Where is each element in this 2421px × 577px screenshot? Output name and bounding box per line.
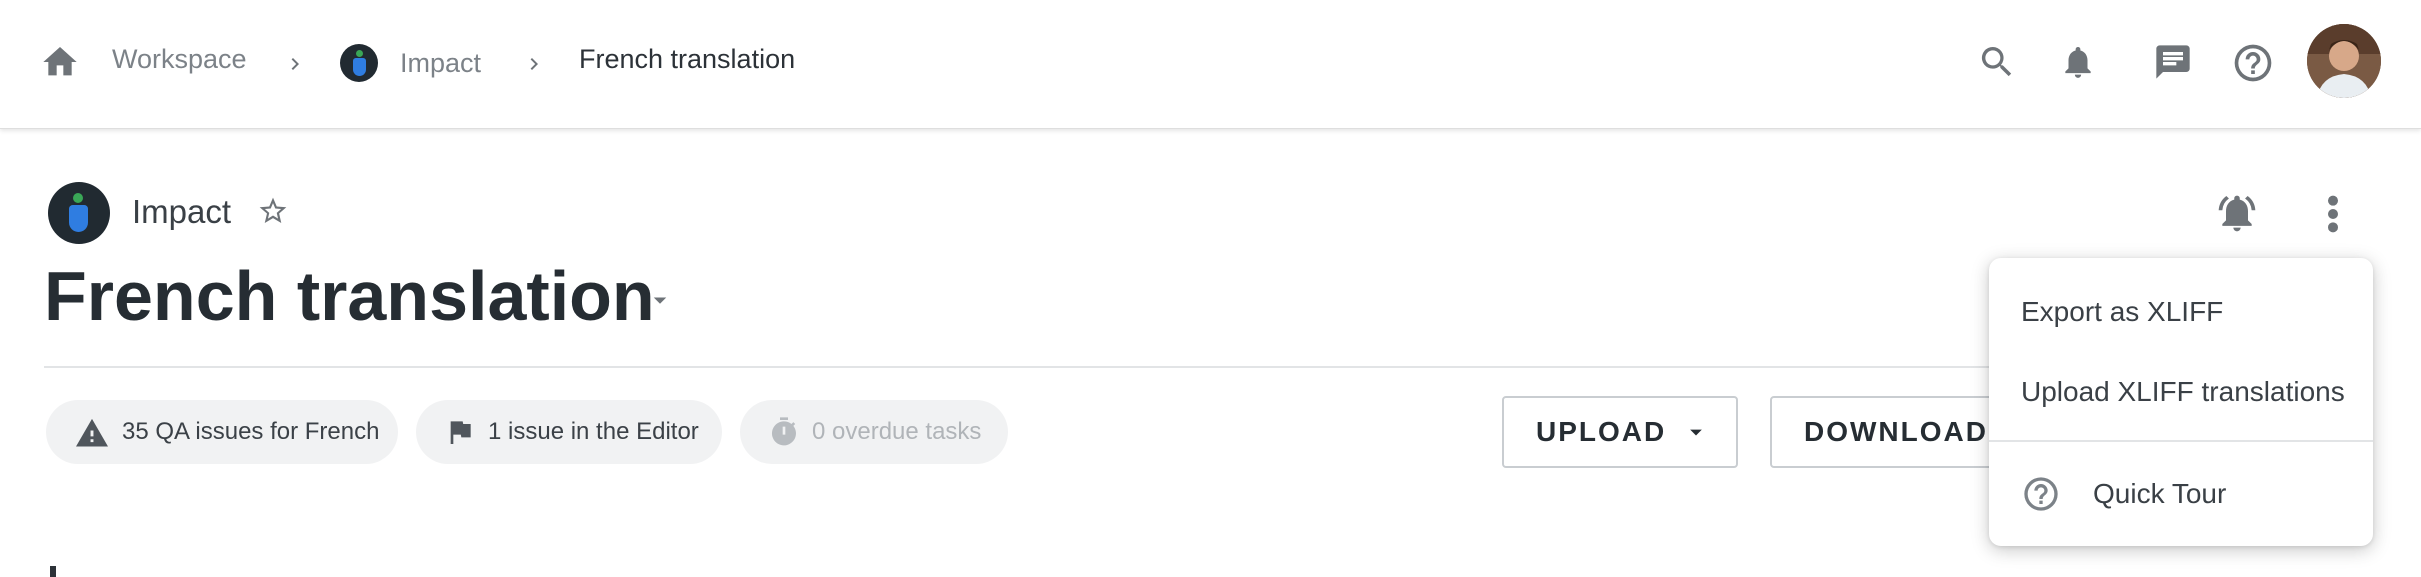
breadcrumb-current: French translation bbox=[579, 44, 795, 75]
chat-icon[interactable] bbox=[2150, 40, 2196, 84]
project-name: Impact bbox=[132, 193, 232, 230]
overdue-tasks-label: 0 overdue tasks bbox=[812, 418, 982, 445]
menu-item-export-xliff[interactable]: Export as XLIFF bbox=[1989, 286, 2373, 338]
menu-item-quick-tour[interactable]: Quick Tour bbox=[1989, 464, 2373, 524]
menu-item-upload-xliff-label: Upload XLIFF translations bbox=[2021, 376, 2345, 407]
editor-issue-label: 1 issue in the Editor bbox=[488, 418, 699, 445]
search-icon[interactable] bbox=[1975, 40, 2019, 84]
bell-ringing-icon[interactable] bbox=[2214, 190, 2260, 236]
home-icon[interactable] bbox=[38, 40, 82, 84]
project-logo-small-icon bbox=[340, 44, 378, 82]
caret-down-icon bbox=[1682, 418, 1710, 446]
page-title: French translation bbox=[44, 257, 655, 335]
caret-down-icon[interactable] bbox=[642, 282, 678, 318]
project-logo bbox=[48, 182, 110, 244]
breadcrumb-impact[interactable]: Impact bbox=[340, 44, 481, 82]
qa-issues-label: 35 QA issues for French bbox=[122, 418, 380, 445]
qa-issues-chip[interactable]: 35 QA issues for French bbox=[46, 400, 398, 464]
stopwatch-icon bbox=[768, 415, 800, 449]
help-circle-icon bbox=[2021, 474, 2061, 514]
breadcrumb-workspace[interactable]: Workspace bbox=[112, 44, 247, 75]
menu-item-export-xliff-label: Export as XLIFF bbox=[2021, 296, 2224, 327]
menu-divider bbox=[1989, 440, 2373, 442]
menu-item-quick-tour-label: Quick Tour bbox=[2093, 478, 2227, 509]
header-divider bbox=[44, 366, 2004, 368]
warning-icon bbox=[74, 416, 110, 448]
more-vertical-icon[interactable] bbox=[2317, 192, 2349, 236]
help-icon[interactable] bbox=[2230, 40, 2276, 86]
chevron-right-icon bbox=[522, 50, 546, 83]
user-avatar[interactable] bbox=[2307, 24, 2381, 98]
breadcrumb-workspace-label: Workspace bbox=[112, 44, 247, 74]
upload-label: UPLOAD bbox=[1536, 416, 1667, 447]
chevron-right-icon bbox=[283, 50, 307, 83]
top-navigation-bar: Workspace Impact French translation bbox=[0, 0, 2421, 129]
breadcrumb-impact-label: Impact bbox=[400, 47, 482, 78]
truncated-content-glyph bbox=[50, 566, 56, 577]
star-outline-icon[interactable] bbox=[256, 194, 290, 228]
menu-item-upload-xliff[interactable]: Upload XLIFF translations bbox=[1989, 366, 2373, 418]
upload-button[interactable]: UPLOAD bbox=[1502, 396, 1738, 468]
bell-icon[interactable] bbox=[2056, 40, 2100, 84]
breadcrumb-current-label: French translation bbox=[579, 44, 796, 74]
overdue-tasks-chip: 0 overdue tasks bbox=[740, 400, 1008, 464]
more-options-menu: Export as XLIFF Upload XLIFF translation… bbox=[1989, 258, 2373, 546]
editor-issue-chip[interactable]: 1 issue in the Editor bbox=[416, 400, 722, 464]
flag-icon bbox=[444, 415, 476, 449]
download-label: DOWNLOAD bbox=[1804, 416, 1988, 447]
